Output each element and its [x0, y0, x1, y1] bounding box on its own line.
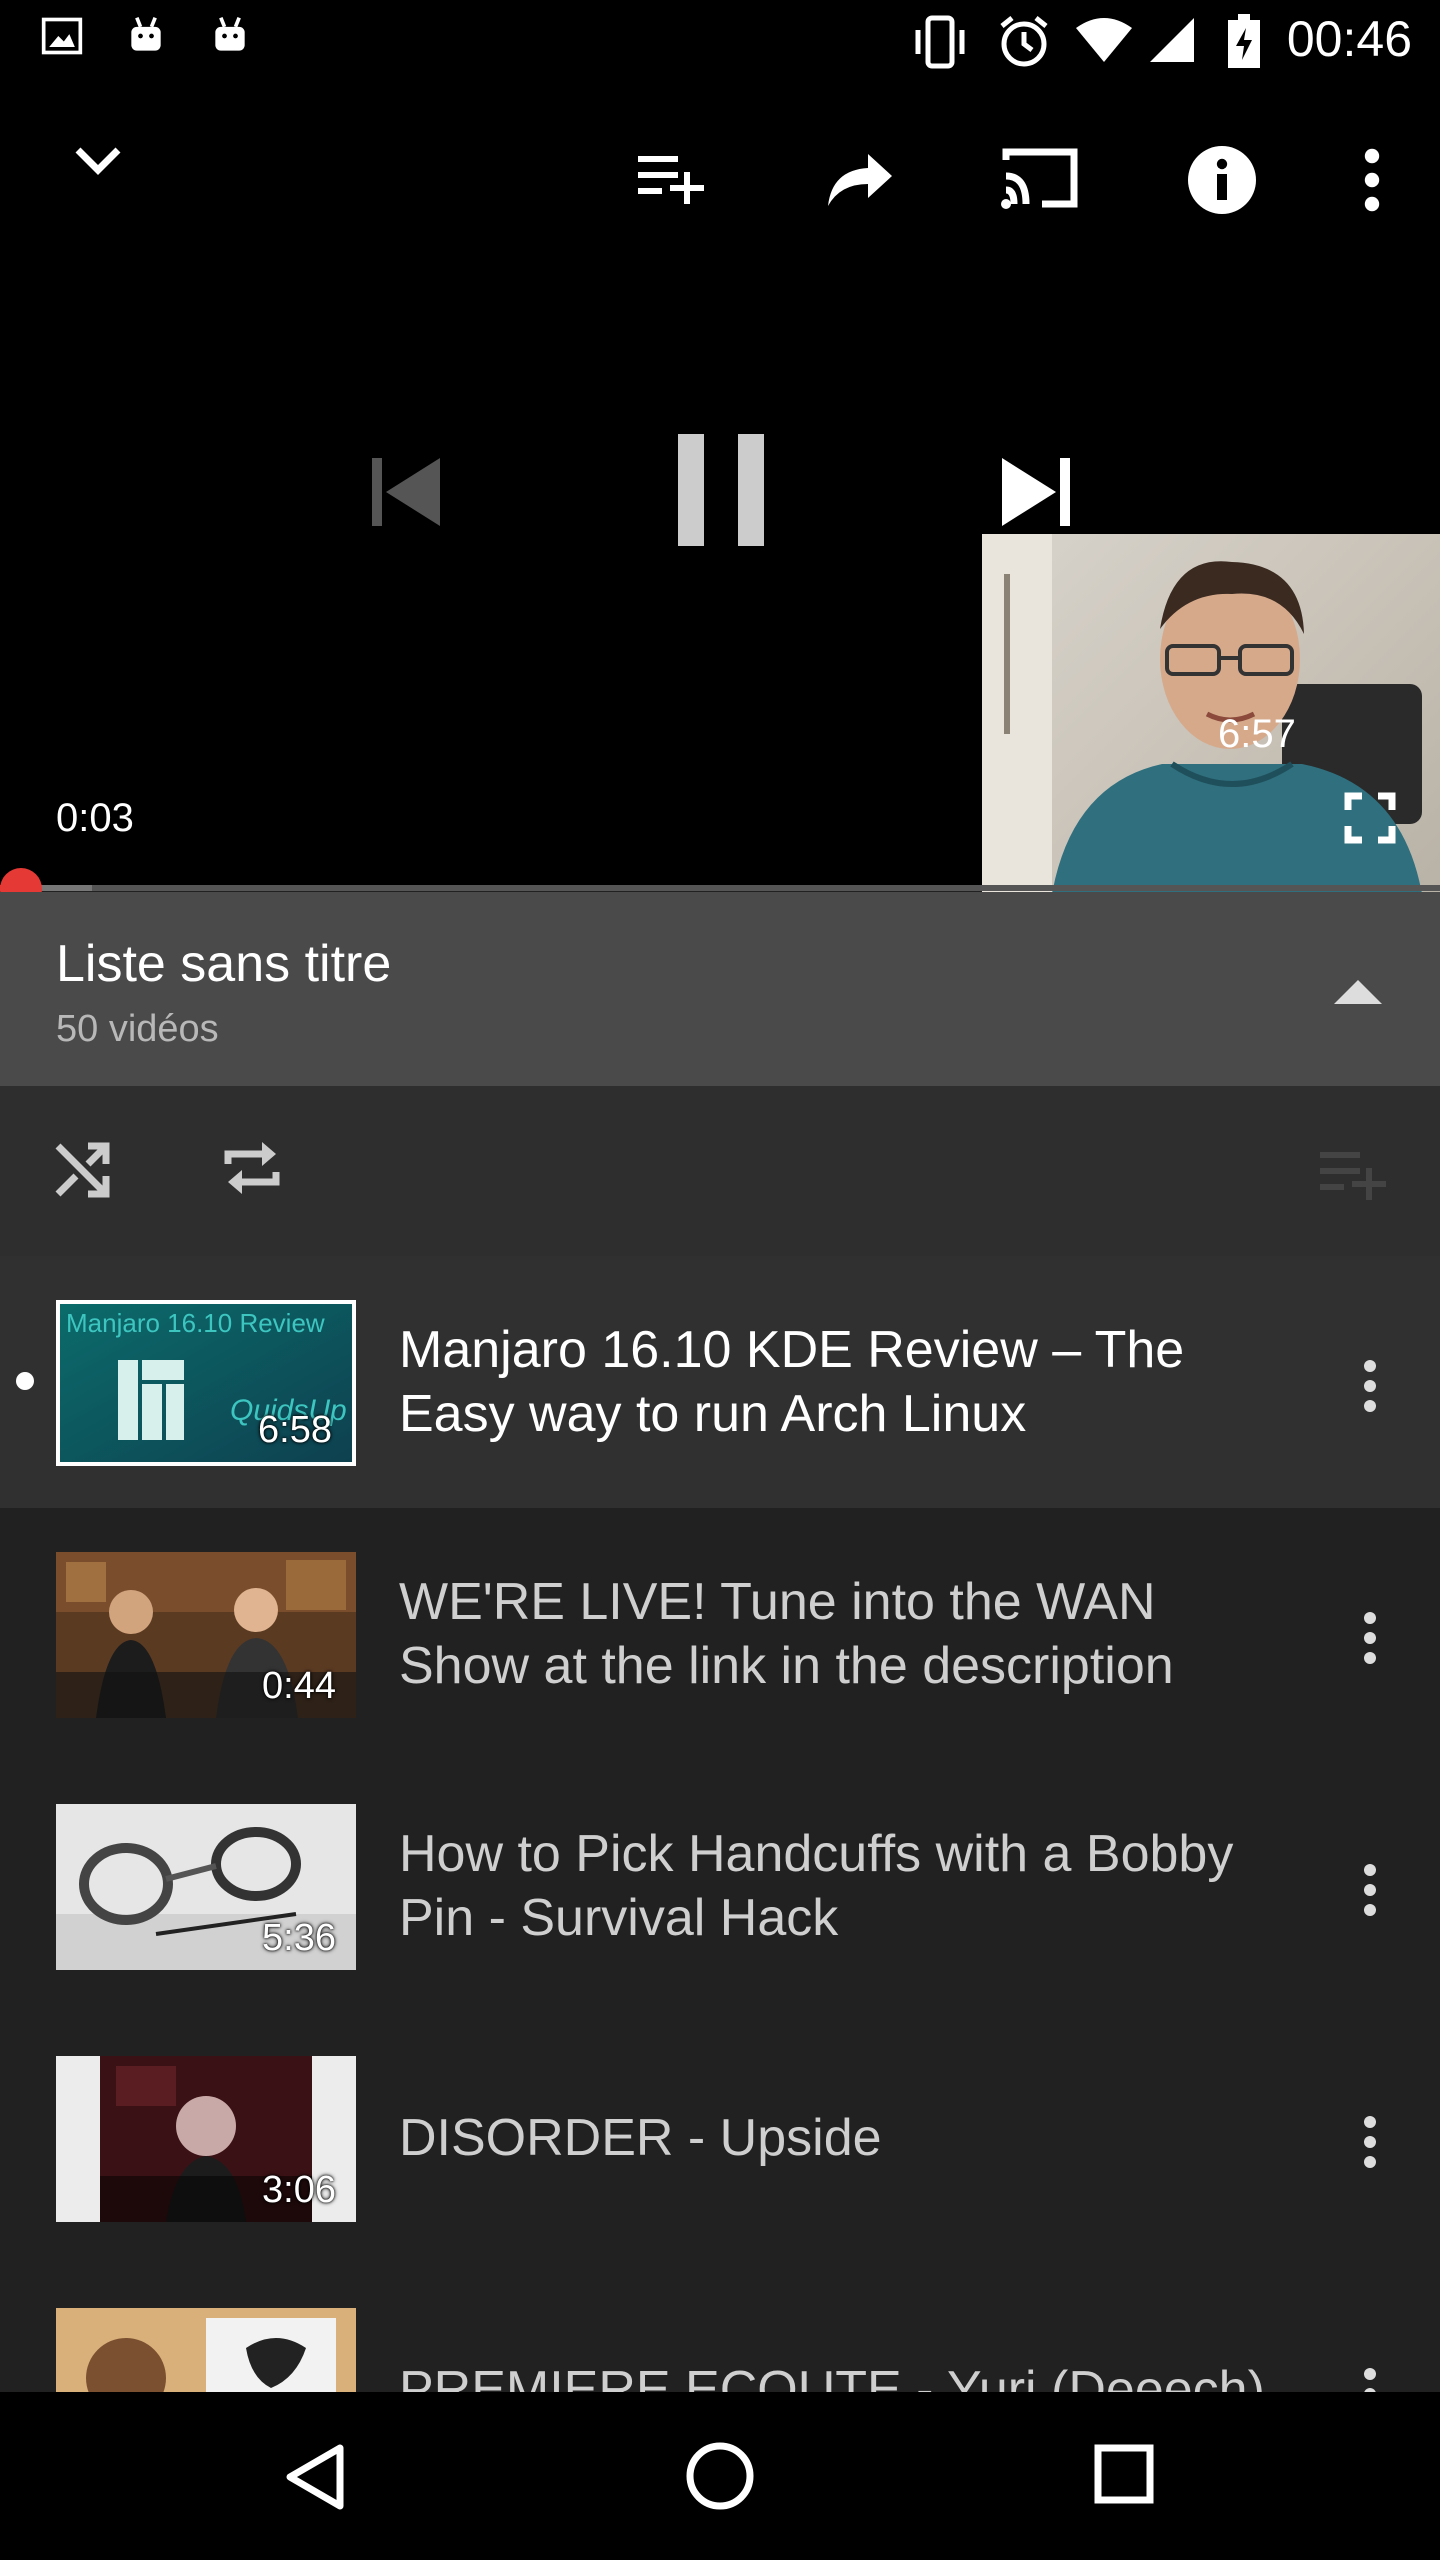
video-thumbnail[interactable]: Manjaro 16.10 Review QuidsUp 6:58: [56, 1300, 356, 1466]
progress-track[interactable]: [0, 885, 1440, 891]
more-vert-icon[interactable]: [1352, 146, 1392, 219]
playlist-controls: [0, 1086, 1440, 1256]
more-vert-icon[interactable]: [1350, 1604, 1390, 1672]
wifi-icon: [1074, 14, 1134, 71]
vibrate-icon: [910, 14, 970, 75]
video-duration: 0:44: [262, 1665, 336, 1707]
video-title[interactable]: PREMIERE ECOUTE - Yuri (Deeech): [399, 2358, 1279, 2392]
video-duration: 5:36: [262, 1917, 336, 1959]
video-title[interactable]: How to Pick Handcuffs with a Bobby Pin -…: [399, 1822, 1279, 1950]
more-vert-icon[interactable]: [1350, 1856, 1390, 1924]
more-vert-icon[interactable]: [1350, 2108, 1390, 2176]
list-item[interactable]: Manjaro 16.10 Review QuidsUp 6:58 Manjar…: [0, 1256, 1440, 1508]
video-thumbnail[interactable]: 0:44: [56, 1552, 356, 1718]
list-item[interactable]: 5:36 How to Pick Handcuffs with a Bobby …: [0, 1760, 1440, 2012]
fullscreen-icon[interactable]: [1344, 792, 1396, 849]
current-time: 0:03: [56, 796, 134, 840]
next-icon[interactable]: [998, 454, 1074, 535]
now-playing-indicator: [16, 1372, 34, 1390]
image-icon: [40, 14, 84, 63]
list-item[interactable]: 0:44 WE'RE LIVE! Tune into the WAN Show …: [0, 1508, 1440, 1760]
video-duration: 6:58: [258, 1409, 332, 1451]
video-thumbnail[interactable]: [56, 2308, 356, 2392]
list-item[interactable]: PREMIERE ECOUTE - Yuri (Deeech): [0, 2264, 1440, 2392]
shuffle-icon[interactable]: [52, 1136, 116, 1205]
thumb-title-text: Manjaro 16.10 Review: [66, 1308, 325, 1338]
signal-icon: [1146, 14, 1198, 71]
more-vert-icon[interactable]: [1350, 1352, 1390, 1420]
premiere-ecoute-thumbnail-art: [56, 2308, 356, 2392]
pause-icon[interactable]: [676, 434, 766, 551]
previous-icon[interactable]: [368, 454, 444, 535]
more-vert-icon[interactable]: [1350, 2360, 1390, 2392]
share-icon[interactable]: [824, 150, 896, 215]
list-item[interactable]: 3:06 DISORDER - Upside: [0, 2012, 1440, 2264]
add-to-playlist-icon[interactable]: [636, 150, 712, 215]
video-thumbnail[interactable]: 3:06: [56, 2056, 356, 2222]
home-icon[interactable]: [686, 2442, 754, 2515]
alarm-icon: [996, 14, 1052, 75]
video-title[interactable]: DISORDER - Upside: [399, 2106, 1279, 2170]
playlist-title: Liste sans titre: [56, 935, 392, 993]
info-icon[interactable]: [1186, 144, 1258, 221]
video-title[interactable]: WE'RE LIVE! Tune into the WAN Show at th…: [399, 1570, 1279, 1698]
playlist-video-count: 50 vidéos: [56, 1008, 219, 1050]
clock: 00:46: [1286, 11, 1412, 67]
video-title[interactable]: Manjaro 16.10 KDE Review – The Easy way …: [399, 1318, 1279, 1446]
duration: 6:57: [1218, 712, 1296, 756]
status-bar: 00:46: [0, 0, 1440, 84]
recents-icon[interactable]: [1094, 2444, 1154, 2509]
android-icon: [208, 14, 252, 63]
cast-icon[interactable]: [998, 144, 1082, 217]
video-duration: 3:06: [262, 2169, 336, 2211]
repeat-icon[interactable]: [218, 1136, 286, 1205]
add-to-playlist-icon: [1318, 1146, 1390, 1207]
battery-charging-icon: [1226, 14, 1262, 75]
android-icon: [124, 14, 168, 63]
video-thumbnail[interactable]: 5:36: [56, 1804, 356, 1970]
collapse-icon[interactable]: [72, 140, 124, 185]
collapse-playlist-icon[interactable]: [1334, 980, 1382, 1009]
navigation-bar: [0, 2392, 1440, 2560]
video-preview[interactable]: 6:57: [982, 534, 1440, 894]
back-icon[interactable]: [284, 2442, 348, 2517]
